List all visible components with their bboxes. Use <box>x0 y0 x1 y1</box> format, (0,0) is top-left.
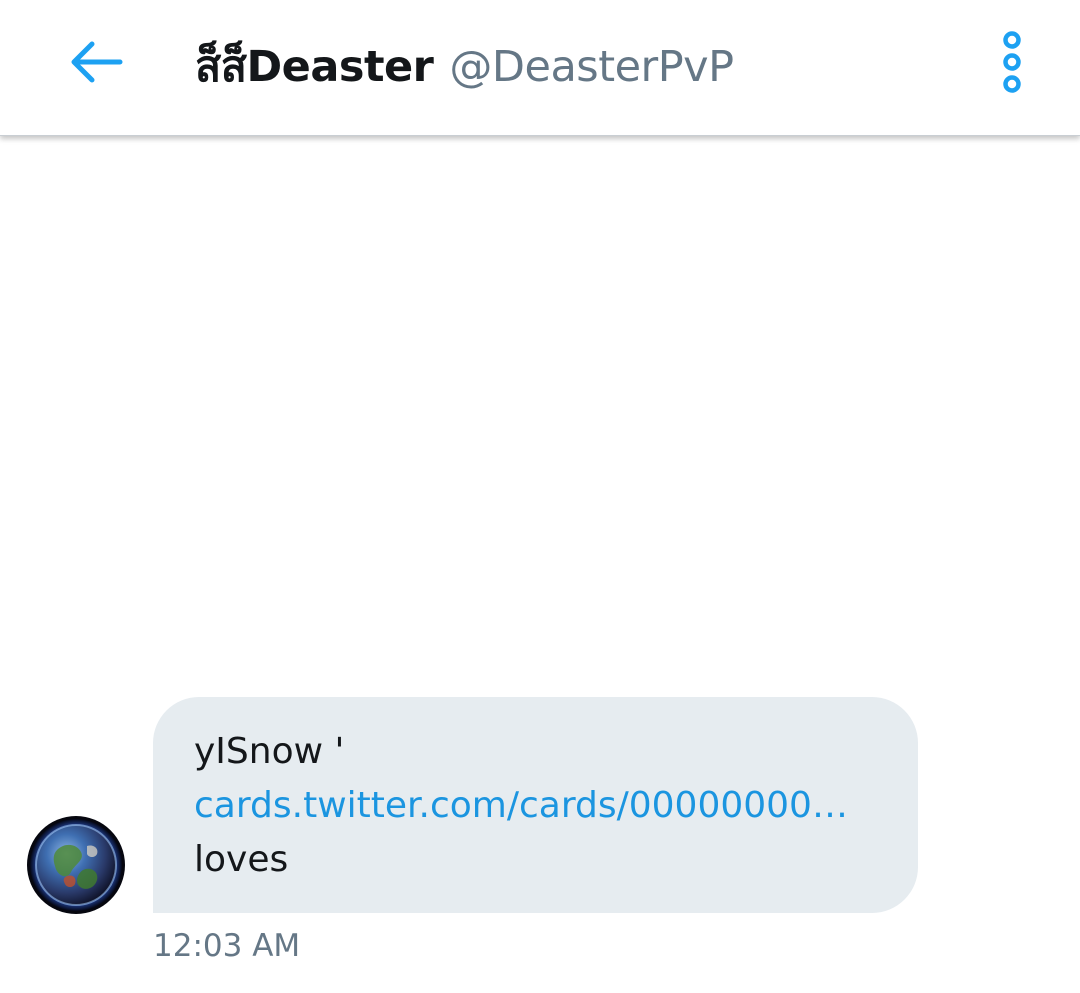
message-bubble[interactable]: yISnow ' cards.twitter.com/cards/0000000… <box>153 697 918 913</box>
arrow-left-icon <box>71 41 123 83</box>
message-link[interactable]: cards.twitter.com/cards/00000000… <box>194 779 878 833</box>
sender-avatar[interactable] <box>27 816 125 914</box>
back-button[interactable] <box>62 30 132 94</box>
vertical-more-icon <box>1003 31 1021 93</box>
message-text-line: loves <box>194 839 289 880</box>
earth-avatar-icon <box>27 816 125 914</box>
conversation-header: ส็ส็Deaster @DeasterPvP <box>0 0 1080 136</box>
display-name: ส็ส็Deaster <box>195 42 434 92</box>
conversation-title: ส็ส็Deaster @DeasterPvP <box>195 32 734 96</box>
message-text-line: yISnow ' <box>194 731 345 772</box>
more-options-button[interactable] <box>990 28 1034 100</box>
user-handle: @DeasterPvP <box>449 42 734 92</box>
message-timestamp: 12:03 AM <box>153 928 301 964</box>
